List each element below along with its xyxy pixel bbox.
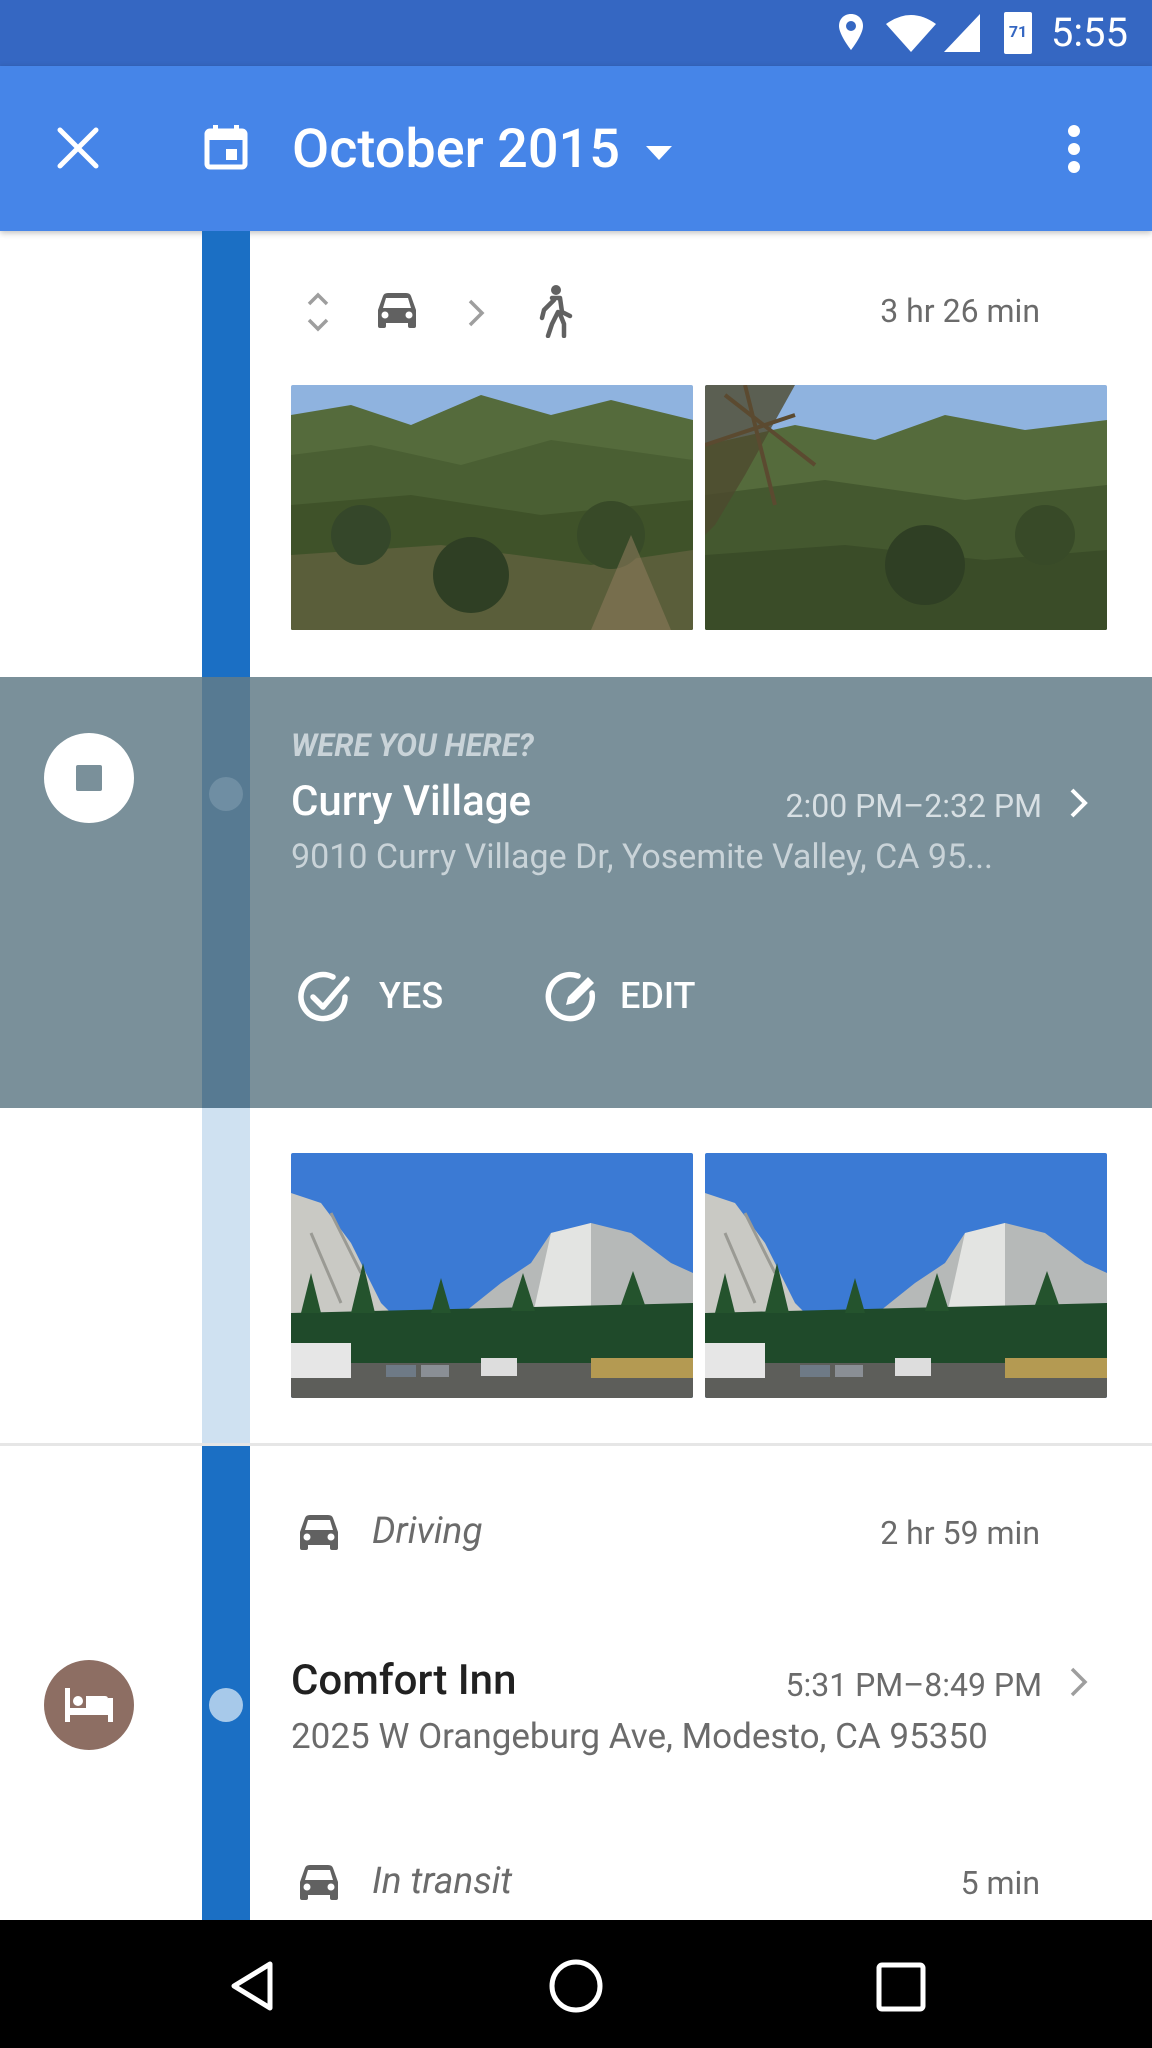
transit-duration: 5 min [960,1864,1040,1902]
chevron-right-icon[interactable] [1068,787,1090,819]
check-circle-icon [298,971,350,1022]
more-vert-icon[interactable] [1064,124,1084,174]
visit-address: 9010 Curry Village Dr, Yosemite Valley, … [291,837,994,877]
segment-top-duration: 3 hr 26 min [880,292,1040,330]
timeline-dot [209,1688,243,1722]
photo-half-dome-2[interactable] [705,1153,1107,1398]
driving-duration: 2 hr 59 min [880,1514,1040,1552]
visit-place[interactable]: Curry Village [291,777,531,826]
close-icon[interactable] [56,126,100,170]
hotel-place[interactable]: Comfort Inn [291,1656,516,1705]
hotel-icon-circle [44,1660,134,1750]
battery-icon: 71 [1004,12,1032,54]
battery-level: 71 [1008,22,1028,41]
wifi-icon [886,15,936,52]
timeline-line-bottom [202,1444,250,1920]
hotel-address: 2025 W Orangeburg Ave, Modesto, CA 95350 [291,1716,988,1757]
edit-icon [545,971,596,1022]
driving-mode[interactable]: Driving [372,1510,483,1553]
timeline-line-overlay [202,677,250,1108]
car-icon [300,1515,338,1550]
place-icon-circle [44,733,134,823]
chevron-right-icon [468,299,485,327]
visit-time: 2:00 PM–2:32 PM [785,787,1042,825]
clock: 5:55 [1050,9,1128,56]
timeline-dot [209,777,243,811]
section-divider [0,1443,1152,1446]
hotel-icon [65,1688,113,1722]
back-icon[interactable] [228,1960,276,2012]
photo-half-dome-1[interactable] [291,1153,693,1398]
signal-icon [944,14,980,52]
visit-prompt-card: WERE YOU HERE? Curry Village 2:00 PM–2:3… [0,677,1152,1108]
stop-icon [76,765,102,791]
app-toolbar: October 2015 [0,66,1152,231]
expand-collapse-icon[interactable] [306,290,330,334]
calendar-icon[interactable] [204,124,248,170]
timeline-line-top [202,231,250,677]
location-icon [839,14,863,50]
photo-forest-1[interactable] [291,385,693,630]
hotel-time: 5:31 PM–8:49 PM [785,1666,1042,1704]
chevron-right-icon[interactable] [1068,1666,1090,1698]
yes-label: YES [379,975,444,1017]
edit-label: EDIT [620,975,696,1017]
edit-button[interactable]: EDIT [540,967,720,1033]
car-icon [378,293,416,328]
system-nav-bar [0,1920,1152,2048]
month-title[interactable]: October 2015 [292,118,620,182]
dropdown-arrow-icon[interactable] [646,146,672,160]
recents-icon[interactable] [876,1962,926,2012]
transit-mode[interactable]: In transit [372,1860,512,1903]
walk-icon [539,285,573,338]
yes-button[interactable]: YES [291,967,471,1033]
photo-forest-2[interactable] [705,385,1107,630]
status-bar: 71 5:55 [0,0,1152,66]
visit-prompt: WERE YOU HERE? [291,727,534,764]
car-icon [300,1865,338,1900]
home-icon[interactable] [548,1958,604,2014]
timeline-line-light [202,1108,250,1444]
